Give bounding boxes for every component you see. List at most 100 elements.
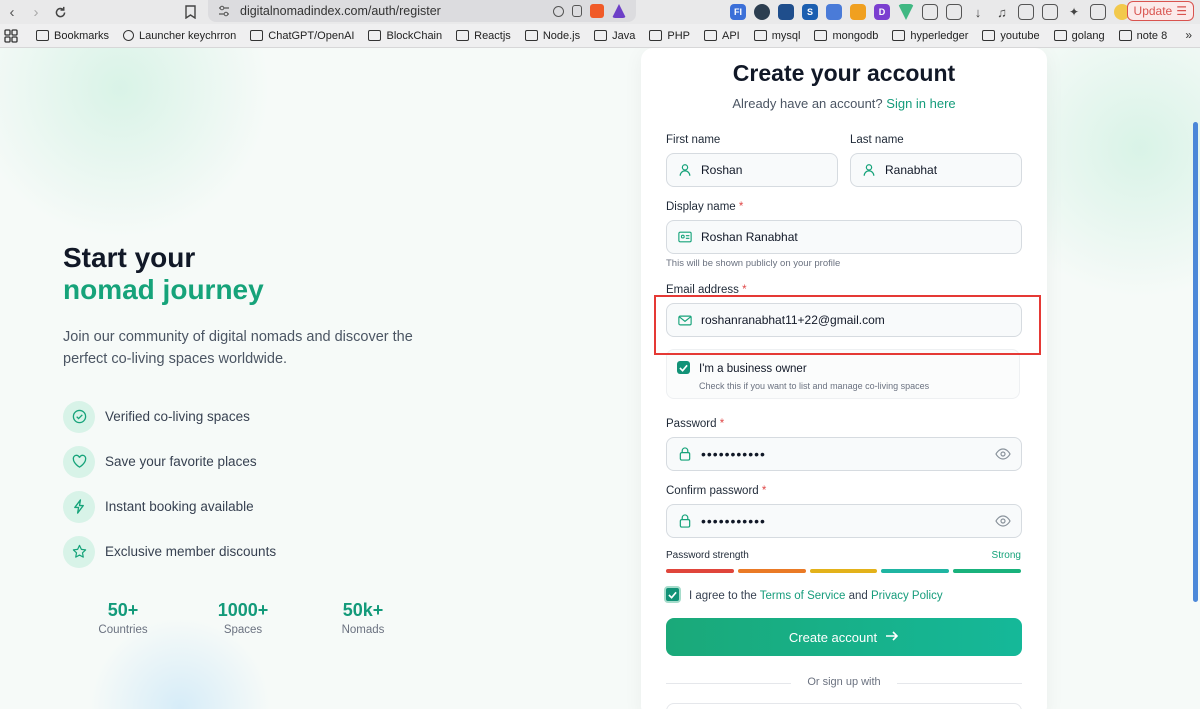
sidebar-icon[interactable]	[1018, 4, 1034, 20]
bookmark-item[interactable]: Launcher keychrron	[123, 30, 236, 42]
bolt-icon	[63, 490, 95, 523]
show-password-icon[interactable]	[995, 514, 1011, 530]
extensions-bar: FI S D ↓ ♫ ✦	[730, 0, 1130, 24]
business-owner-checkbox[interactable]	[677, 361, 690, 374]
feature-item: Save your favorite places	[63, 439, 463, 484]
extension-icon[interactable]	[850, 4, 866, 20]
bookmark-item[interactable]: PHP	[649, 30, 690, 42]
user-icon	[861, 162, 877, 178]
d-extension-icon[interactable]: D	[874, 4, 890, 20]
strength-bar	[737, 569, 806, 573]
site-settings-icon[interactable]	[216, 3, 232, 19]
address-bar[interactable]: digitalnomadindex.com/auth/register	[208, 0, 636, 22]
fi-extension-icon[interactable]: FI	[730, 4, 746, 20]
bookmark-item[interactable]: Bookmarks	[36, 30, 109, 42]
update-button[interactable]: Update ☰	[1126, 1, 1194, 21]
strength-bar	[666, 569, 734, 573]
terms-link[interactable]: Terms of Service	[760, 590, 846, 602]
stats-row: 50+ Countries 1000+ Spaces 50k+ Nomads	[63, 600, 463, 636]
bookmark-item[interactable]: Java	[594, 30, 635, 42]
bookmark-item[interactable]: mysql	[753, 30, 800, 42]
first-name-label: First name	[666, 134, 721, 146]
lock-icon	[677, 513, 693, 529]
privacy-link[interactable]: Privacy Policy	[871, 590, 943, 602]
vue-extension-icon[interactable]	[898, 4, 914, 20]
confirm-password-label-text: Confirm password	[666, 485, 759, 497]
agree-terms-checkbox[interactable]	[664, 586, 681, 603]
vpn-icon[interactable]	[1090, 4, 1106, 20]
key-icon[interactable]	[553, 5, 564, 17]
bookmarks-overflow-icon[interactable]: »	[1185, 28, 1192, 42]
bookmark-item[interactable]: hyperledger	[892, 30, 968, 42]
stat-countries: 50+ Countries	[63, 600, 183, 636]
extension-icon[interactable]	[754, 4, 770, 20]
register-card: Create your account Already have an acco…	[641, 48, 1047, 709]
bookmarks-folder-icon	[36, 30, 49, 41]
bookmark-item[interactable]: golang	[1053, 30, 1105, 42]
highlight-box	[654, 295, 1041, 355]
bookmark-item[interactable]: Node.js	[524, 30, 580, 42]
folder-icon	[594, 30, 608, 41]
bookmarks-bar: Bookmarks Launcher keychrron ChatGPT/Ope…	[0, 24, 1200, 48]
stat-label: Spaces	[223, 624, 263, 636]
bookmark-item[interactable]: API	[703, 30, 740, 42]
confirm-password-input[interactable]: •••••••••••	[666, 504, 1022, 538]
forward-icon[interactable]: ›	[24, 0, 48, 24]
password-input[interactable]: •••••••••••	[666, 437, 1022, 471]
bookmark-item[interactable]: Reactjs	[456, 30, 511, 42]
signin-link[interactable]: Sign in here	[886, 96, 955, 111]
feature-label: Verified co-living spaces	[105, 409, 250, 424]
extension-icon[interactable]	[826, 4, 842, 20]
folder-icon	[753, 30, 767, 41]
back-icon[interactable]: ‹	[0, 0, 24, 24]
star-icon	[63, 535, 95, 568]
bookmark-item[interactable]: mongodb	[814, 30, 878, 42]
business-owner-desc: Check this if you want to list and manag…	[699, 381, 930, 391]
stat-label: Countries	[98, 624, 148, 636]
required-mark: *	[738, 201, 744, 213]
brave-rewards-icon[interactable]	[612, 4, 626, 18]
stat-nomads: 50k+ Nomads	[303, 600, 423, 636]
wallet-icon[interactable]	[1042, 4, 1058, 20]
bookmark-item[interactable]: BlockChain	[368, 30, 442, 42]
extension-icon[interactable]	[946, 4, 962, 20]
extension-icon[interactable]	[778, 4, 794, 20]
bookmark-item[interactable]: note 8	[1118, 30, 1167, 42]
feature-list: Verified co-living spaces Save your favo…	[63, 394, 463, 574]
last-name-label: Last name	[850, 134, 904, 146]
folder-icon	[250, 30, 264, 41]
folder-icon	[368, 30, 382, 41]
social-signup-button[interactable]	[666, 703, 1022, 709]
password-value: •••••••••••	[701, 446, 766, 462]
hero-title: Start your nomad journey	[63, 242, 463, 306]
feature-item: Verified co-living spaces	[63, 394, 463, 439]
reload-icon[interactable]	[48, 0, 72, 24]
last-name-input[interactable]: Ranabhat	[850, 153, 1022, 187]
bookmark-icon[interactable]	[182, 2, 198, 22]
stat-spaces: 1000+ Spaces	[183, 600, 303, 636]
url-text[interactable]: digitalnomadindex.com/auth/register	[240, 4, 441, 18]
download-icon[interactable]: ↓	[970, 4, 986, 20]
feature-label: Save your favorite places	[105, 454, 257, 469]
bookmark-item[interactable]: youtube	[982, 30, 1040, 42]
apps-grid-icon[interactable]	[4, 28, 20, 43]
share-icon[interactable]	[572, 5, 582, 17]
id-card-icon	[677, 229, 693, 245]
s-extension-icon[interactable]: S	[802, 4, 818, 20]
show-password-icon[interactable]	[995, 447, 1011, 463]
first-name-input[interactable]: Roshan	[666, 153, 838, 187]
bookmark-item[interactable]: ChatGPT/OpenAI	[250, 30, 354, 42]
agree-and: and	[848, 590, 868, 602]
password-label-text: Password	[666, 418, 717, 430]
check-circle-icon	[63, 400, 95, 433]
music-icon[interactable]: ♫	[994, 4, 1010, 20]
scrollbar-thumb[interactable]	[1193, 122, 1198, 602]
puzzle-icon[interactable]	[922, 4, 938, 20]
display-name-input[interactable]: Roshan Ranabhat	[666, 220, 1022, 254]
brave-shield-icon[interactable]	[590, 4, 604, 18]
agree-terms-text: I agree to the Terms of Service and Priv…	[689, 590, 943, 602]
leo-icon[interactable]: ✦	[1066, 4, 1082, 20]
strength-bar	[953, 569, 1021, 573]
strength-bar	[809, 569, 878, 573]
create-account-button[interactable]: Create account	[666, 618, 1022, 656]
